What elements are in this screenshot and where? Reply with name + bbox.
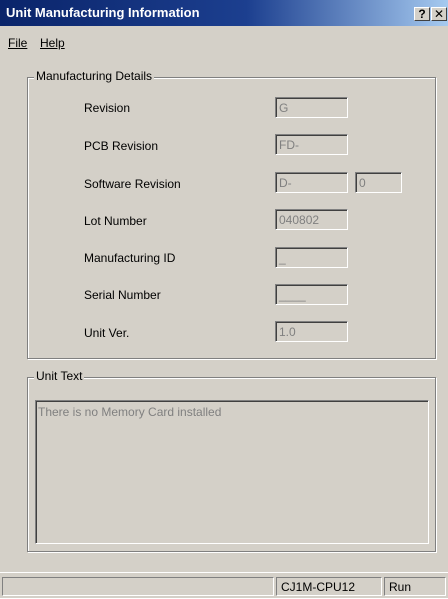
status-bar: CJ1M-CPU12 Run	[0, 572, 448, 599]
status-model: CJ1M-CPU12	[276, 577, 382, 596]
window-title: Unit Manufacturing Information	[6, 5, 200, 20]
menu-file[interactable]: File	[8, 36, 27, 50]
help-title-button[interactable]: ?	[414, 7, 430, 21]
pcb-revision-label: PCB Revision	[84, 139, 159, 153]
revision-label: Revision	[84, 101, 131, 115]
manufacturing-id-label: Manufacturing ID	[84, 251, 176, 265]
pcb-revision-field[interactable]: FD-	[275, 134, 348, 155]
revision-field[interactable]: G	[275, 97, 348, 118]
menu-file-label: File	[8, 36, 28, 50]
software-revision-label: Software Revision	[84, 177, 181, 191]
manufacturing-details-title: Manufacturing Details	[34, 69, 155, 83]
lot-number-field[interactable]: 040802	[275, 209, 348, 230]
lot-number-label: Lot Number	[84, 214, 147, 228]
serial-number-label: Serial Number	[84, 288, 161, 302]
title-bar[interactable]: Unit Manufacturing Information ? ✕	[0, 0, 448, 26]
unit-text-title: Unit Text	[34, 369, 85, 383]
serial-number-field[interactable]: ____	[275, 284, 348, 305]
status-mode: Run	[384, 577, 446, 596]
menu-help-label: Help	[40, 36, 65, 50]
menu-help[interactable]: Help	[40, 36, 65, 50]
status-pane-empty	[2, 577, 274, 596]
unit-info-dialog: Unit Manufacturing Information ? ✕ File …	[0, 0, 448, 598]
menu-bar: File Help	[0, 32, 448, 54]
software-revision-field[interactable]: D-	[275, 172, 348, 193]
unit-text-area[interactable]: There is no Memory Card installed	[35, 400, 429, 544]
close-icon[interactable]: ✕	[431, 7, 447, 21]
unit-ver-label: Unit Ver.	[84, 326, 130, 340]
unit-ver-field[interactable]: 1.0	[275, 321, 348, 342]
manufacturing-id-field[interactable]: _	[275, 247, 348, 268]
software-revision-minor-field[interactable]: 0	[355, 172, 402, 193]
